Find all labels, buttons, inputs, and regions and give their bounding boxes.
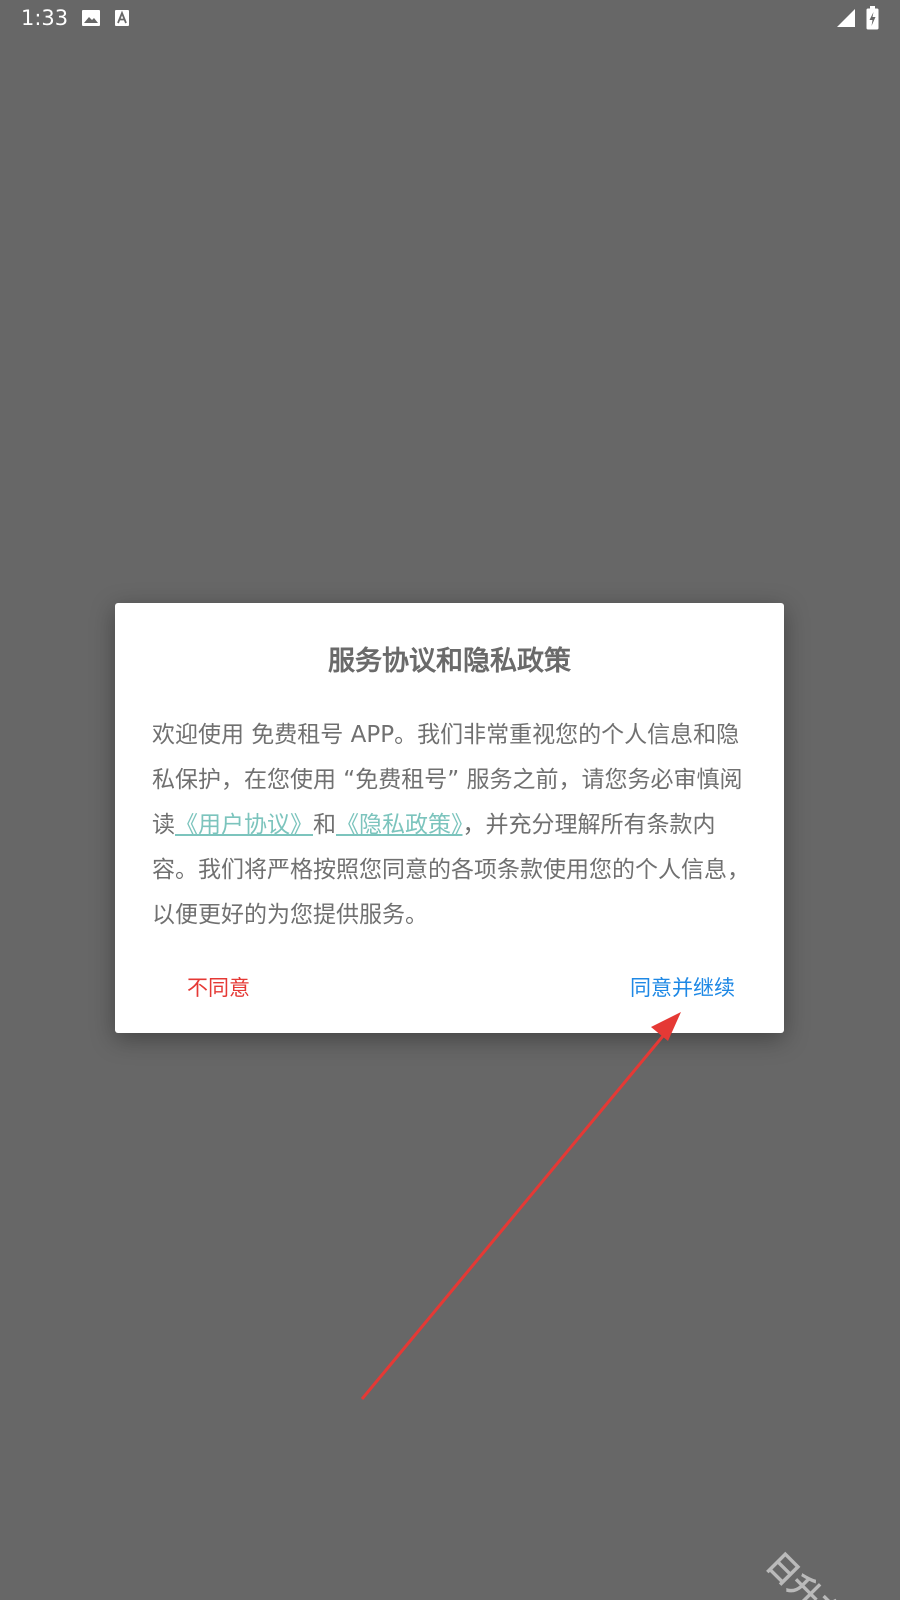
arrow-shaft <box>360 1029 670 1400</box>
annotation-arrow <box>360 1012 681 1400</box>
arrow-head <box>651 1012 681 1041</box>
